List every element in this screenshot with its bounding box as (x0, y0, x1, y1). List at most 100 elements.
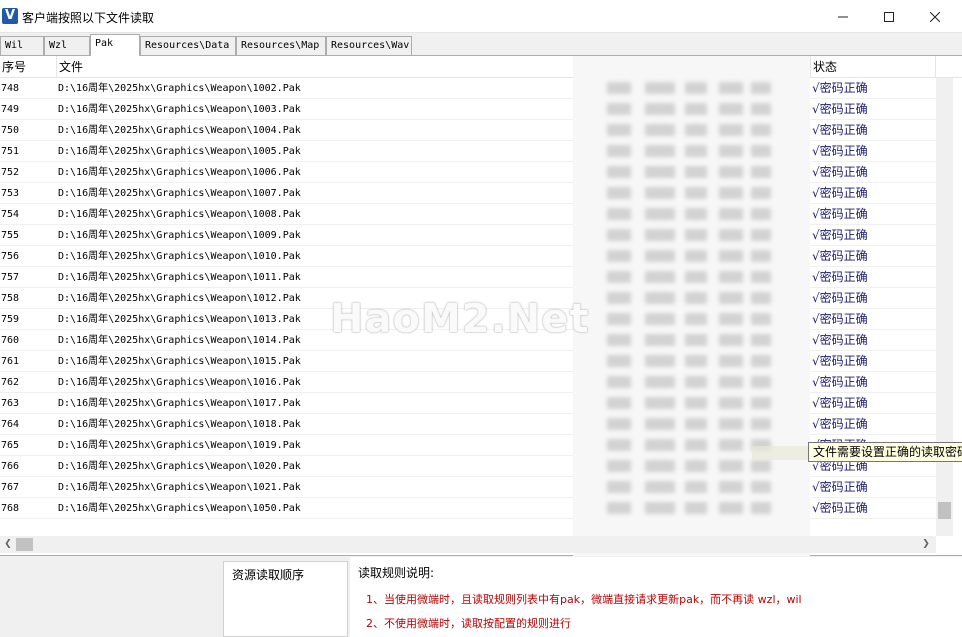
blurred-cell (607, 355, 631, 367)
blurred-cell (685, 418, 707, 430)
blurred-cell (645, 460, 675, 472)
blurred-cell (719, 502, 743, 514)
row-index: 765 (1, 440, 20, 451)
rules-title: 读取规则说明: (358, 566, 435, 580)
row-status: √密码正确 (812, 123, 868, 137)
row-index: 757 (1, 272, 20, 283)
blurred-cell (685, 481, 707, 493)
blurred-cell (645, 481, 675, 493)
row-status: √密码正确 (812, 501, 868, 515)
blurred-cell (751, 418, 771, 430)
bottom-panel: 资源读取顺序 读取规则说明: 1、当使用微端时，且读取规则列表中有pak，微端直… (0, 557, 962, 637)
row-status: √密码正确 (812, 165, 868, 179)
vertical-scroll-thumb[interactable] (938, 502, 951, 519)
blurred-cell (719, 271, 743, 283)
blurred-cell (719, 250, 743, 262)
close-button[interactable] (912, 0, 958, 33)
tab-resources-wav[interactable]: Resources\Wav (326, 36, 412, 56)
blurred-cell (685, 460, 707, 472)
maximize-icon (884, 11, 894, 22)
row-index: 762 (1, 377, 20, 388)
bottom-left-spacer (0, 557, 222, 637)
blurred-cell (607, 229, 631, 241)
scroll-right-arrow-icon[interactable]: ❯ (918, 536, 934, 553)
column-header-index[interactable]: 序号 (0, 56, 57, 78)
blurred-cell (719, 313, 743, 325)
blurred-cell (685, 292, 707, 304)
blurred-cell (685, 166, 707, 178)
tab-pak[interactable]: Pak (90, 34, 140, 56)
blurred-cell (607, 481, 631, 493)
blurred-cell (719, 103, 743, 115)
minimize-button[interactable] (820, 0, 866, 33)
blurred-cell (751, 271, 771, 283)
load-order-panel[interactable]: 资源读取顺序 (223, 561, 348, 637)
tab-resources-data[interactable]: Resources\Data (140, 36, 236, 56)
maximize-button[interactable] (866, 0, 912, 33)
row-status: √密码正确 (812, 249, 868, 263)
tab-wil[interactable]: Wil (0, 36, 44, 56)
row-index: 751 (1, 146, 20, 157)
horizontal-scrollbar[interactable]: ❮ ❯ (0, 536, 936, 553)
row-status: √密码正确 (812, 312, 868, 326)
vertical-scrollbar[interactable] (936, 78, 953, 536)
blurred-region (573, 56, 810, 556)
watermark: HaoM2.Net (330, 296, 590, 342)
row-index: 753 (1, 188, 20, 199)
row-file-path: D:\16周年\2025hx\Graphics\Weapon\1015.Pak (58, 356, 301, 367)
blurred-cell (607, 250, 631, 262)
blurred-cell (645, 166, 675, 178)
blurred-cell (751, 145, 771, 157)
blurred-cell (685, 439, 707, 451)
blurred-cell (751, 376, 771, 388)
row-index: 758 (1, 293, 20, 304)
row-file-path: D:\16周年\2025hx\Graphics\Weapon\1008.Pak (58, 209, 301, 220)
blurred-cell (607, 145, 631, 157)
row-status: √密码正确 (812, 375, 868, 389)
blurred-cell (751, 502, 771, 514)
blurred-cell (719, 145, 743, 157)
row-file-path: D:\16周年\2025hx\Graphics\Weapon\1005.Pak (58, 146, 301, 157)
row-status: √密码正确 (812, 207, 868, 221)
blurred-cell (645, 355, 675, 367)
row-status: √密码正确 (812, 228, 868, 242)
blurred-cell (645, 187, 675, 199)
row-status: √密码正确 (812, 144, 868, 158)
blurred-cell (719, 418, 743, 430)
blurred-cell (645, 418, 675, 430)
blurred-cell (685, 187, 707, 199)
row-index: 752 (1, 167, 20, 178)
row-index: 755 (1, 230, 20, 241)
row-status: √密码正确 (812, 270, 868, 284)
blurred-cell (719, 376, 743, 388)
tab-wzl[interactable]: Wzl (44, 36, 90, 56)
column-header-status[interactable]: 状态 (811, 56, 936, 78)
blurred-cell (607, 439, 631, 451)
blurred-cell (751, 355, 771, 367)
blurred-cell (645, 82, 675, 94)
horizontal-scroll-thumb[interactable] (16, 538, 33, 551)
row-file-path: D:\16周年\2025hx\Graphics\Weapon\1020.Pak (58, 461, 301, 472)
row-index: 748 (1, 83, 20, 94)
blurred-cell (719, 292, 743, 304)
tab-resources-map[interactable]: Resources\Map (236, 36, 326, 56)
blurred-cell (685, 397, 707, 409)
blurred-cell (719, 481, 743, 493)
row-status: √密码正确 (812, 417, 868, 431)
blurred-cell (751, 250, 771, 262)
row-status: √密码正确 (812, 354, 868, 368)
blurred-cell (607, 124, 631, 136)
blurred-cell (645, 250, 675, 262)
scroll-left-arrow-icon[interactable]: ❮ (0, 536, 16, 553)
blurred-cell (719, 229, 743, 241)
blurred-cell (719, 439, 743, 451)
row-index: 761 (1, 356, 20, 367)
app-icon: V (2, 8, 18, 24)
blurred-cell (645, 376, 675, 388)
list-header: 序号 文件 状态 (0, 56, 962, 78)
row-index: 759 (1, 314, 20, 325)
rule-line-2: 2、不使用微端时，读取按配置的规则进行 (366, 617, 571, 630)
blurred-cell (645, 145, 675, 157)
tooltip-shadow (752, 446, 808, 460)
blurred-cell (645, 313, 675, 325)
